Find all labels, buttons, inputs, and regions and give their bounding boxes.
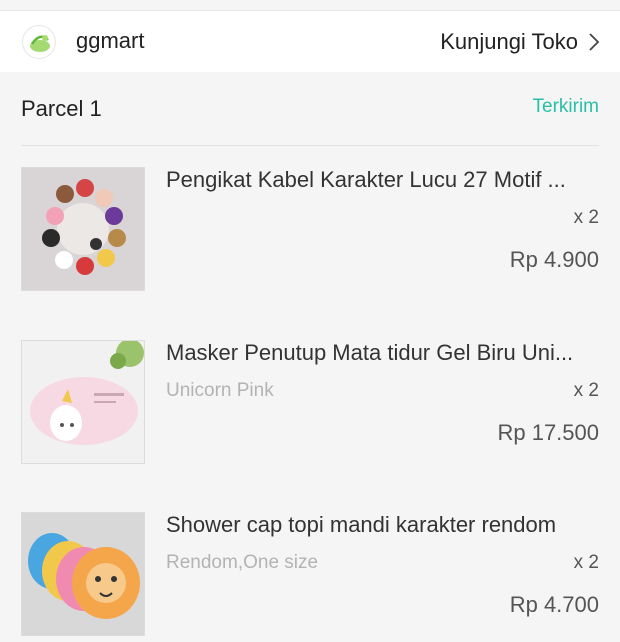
parcel-section: Parcel 1 Terkirim Pengikat Kabel Karakte… xyxy=(0,72,620,640)
visit-shop-label: Kunjungi Toko xyxy=(440,29,578,54)
product-name[interactable]: Masker Penutup Mata tidur Gel Biru Uni..… xyxy=(166,340,598,366)
product-quantity: x 2 xyxy=(573,380,599,401)
parcel-status: Terkirim xyxy=(532,96,600,117)
product-quantity: x 2 xyxy=(573,552,599,573)
order-item[interactable]: Shower cap topi mandi karakter rendom Re… xyxy=(0,512,620,642)
visit-shop-link[interactable]: Kunjungi Toko xyxy=(440,27,600,57)
product-variant: Unicorn Pink xyxy=(166,380,274,401)
product-price: Rp 17.500 xyxy=(497,420,599,445)
product-name[interactable]: Pengikat Kabel Karakter Lucu 27 Motif ..… xyxy=(166,167,598,193)
chevron-right-icon xyxy=(589,33,600,51)
divider xyxy=(21,145,599,146)
shop-name[interactable]: ggmart xyxy=(76,28,144,54)
product-price: Rp 4.700 xyxy=(509,592,599,617)
product-image[interactable] xyxy=(21,512,145,636)
parcel-title: Parcel 1 xyxy=(21,96,102,121)
product-image[interactable] xyxy=(21,340,145,464)
product-name[interactable]: Shower cap topi mandi karakter rendom xyxy=(166,512,598,538)
product-price: Rp 4.900 xyxy=(509,247,599,272)
shop-header: ggmart Kunjungi Toko xyxy=(0,10,620,72)
product-quantity: x 2 xyxy=(573,207,599,228)
order-item[interactable]: Pengikat Kabel Karakter Lucu 27 Motif ..… xyxy=(0,167,620,297)
order-item[interactable]: Masker Penutup Mata tidur Gel Biru Uni..… xyxy=(0,340,620,470)
shop-logo-icon xyxy=(22,25,56,59)
product-variant: Rendom,One size xyxy=(166,552,319,573)
product-image[interactable] xyxy=(21,167,145,291)
